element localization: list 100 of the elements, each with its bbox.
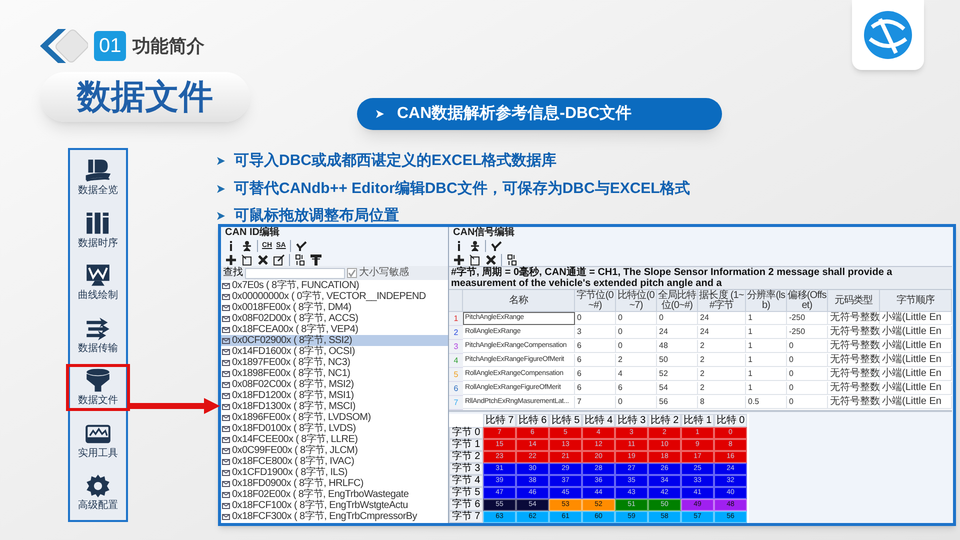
sidebar-item[interactable]: 数据传输 <box>70 312 126 358</box>
sidebar-item[interactable]: 数据全览 <box>70 154 126 201</box>
sidebar-item[interactable]: 曲线绘制 <box>70 259 126 306</box>
table-cell: 0 <box>787 396 828 409</box>
sidebar-item[interactable]: 数据文件 <box>66 364 130 411</box>
column-header: 分辨率(lsb) <box>746 290 787 312</box>
column-header: 字节位(0~#) <box>575 290 616 312</box>
bullet-arrow-icon <box>216 211 226 222</box>
table-cell: 小端(Little En <box>880 396 952 409</box>
message-list-item[interactable]: 0x18FCF100x ( 8字节, EngTrbWstgteActu <box>221 500 448 511</box>
message-icon <box>222 326 230 332</box>
arrows-icon <box>85 316 111 342</box>
check-icon[interactable] <box>294 240 307 252</box>
edit-icon[interactable] <box>273 254 285 266</box>
feature-text: 可鼠标拖放调整布局位置 <box>234 206 399 226</box>
table-cell: 0 <box>787 382 828 395</box>
table-cell: 24 <box>698 326 746 339</box>
sidebar-item[interactable]: 数据时序 <box>70 206 126 254</box>
message-list-item[interactable]: 0x0CF02900x ( 8字节, SSI2) <box>221 335 448 346</box>
globe-logo-icon <box>862 9 914 61</box>
message-icon <box>222 448 230 454</box>
table-cell: 无符号整数 <box>828 340 880 353</box>
message-list-item[interactable]: 0x14FD1600x ( 8字节, OCSI) <box>221 346 448 357</box>
case-label: 大小写敏感 <box>359 267 409 279</box>
message-list-item[interactable]: 0x14FCEE00x ( 8字节, LLRE) <box>221 434 448 445</box>
message-icon <box>222 338 230 344</box>
message-list-item[interactable]: 0x18FD0900x ( 8字节, HRLFC) <box>221 478 448 489</box>
message-icon <box>222 294 230 300</box>
message-list-item[interactable]: 0x1896FE00x ( 8字节, LVDSOM) <box>221 412 448 423</box>
page-title: 数据文件 <box>40 72 250 122</box>
table-cell: 48 <box>657 340 698 353</box>
message-icon <box>222 282 230 288</box>
person-icon[interactable] <box>469 240 481 252</box>
delete-icon[interactable] <box>257 254 269 266</box>
table-cell: 24 <box>657 326 698 339</box>
message-list-item[interactable]: 0x00000000x ( 0字节, VECTOR__INDEPEND <box>221 291 448 302</box>
person-icon[interactable] <box>241 240 253 252</box>
sort-icon[interactable] <box>294 254 306 266</box>
message-list-item[interactable]: 0x18FD0100x ( 8字节, LVDS) <box>221 423 448 434</box>
check-icon <box>348 269 356 277</box>
table-cell: -250 <box>787 326 828 339</box>
sidebar-item[interactable]: 高级配置 <box>70 469 126 516</box>
panel-title: CAN ID编辑 <box>224 227 280 239</box>
sort-icon[interactable] <box>506 254 518 266</box>
message-icon <box>222 370 230 376</box>
table-cell: 1 <box>746 354 787 367</box>
message-list-item[interactable]: 0x18FD1300x ( 8字节, MSCI) <box>221 401 448 412</box>
message-list-item[interactable]: 0x18FCF300x ( 8字节, EngTrbCmpressorBy <box>221 511 448 522</box>
row-header: 字节 6 <box>449 499 483 511</box>
message-list-item[interactable]: 0x1898FE00x ( 8字节, NC1) <box>221 368 448 379</box>
table-cell: 56 <box>657 396 698 409</box>
message-list-item[interactable]: 0x18F02E00x ( 8字节, EngTrboWastegate <box>221 489 448 500</box>
table-cell: 0 <box>657 312 698 325</box>
message-list-item[interactable]: 0x1CFD1900x ( 8字节, ILS) <box>221 467 448 478</box>
message-description: #字节, 周期 = 0毫秒, CAN通道 = CH1, The Slope Sensor Information 2 message shall provide a measurement of the vehicle's extended pitch angle and a <box>449 266 952 290</box>
search-field[interactable] <box>245 268 345 278</box>
row-header: 字节 4 <box>449 475 483 487</box>
row-number: 6 <box>449 382 463 396</box>
panel-title: CAN信号编辑 <box>452 227 516 239</box>
message-list-item[interactable]: 0x18FD1200x ( 8字节, MSI1) <box>221 390 448 401</box>
case-checkbox[interactable] <box>347 268 357 278</box>
add-icon[interactable] <box>453 254 465 266</box>
message-list-item[interactable]: 0x0C99FE00x ( 8字节, JLCM) <box>221 445 448 456</box>
table-cell: 50 <box>657 354 698 367</box>
table-cell: 无符号整数 <box>828 382 880 395</box>
table-cell: 小端(Little En <box>880 368 952 381</box>
sidebar-item[interactable]: 实用工具 <box>70 416 126 464</box>
feature-text: 可导入DBC或成都西谌定义的EXCEL格式数据库 <box>234 151 557 171</box>
monitor-wave-icon <box>85 263 111 289</box>
message-icon <box>222 316 230 322</box>
table-cell: 小端(Little En <box>880 312 952 325</box>
table-cell: 0 <box>616 312 657 325</box>
table-cell: 无符号整数 <box>828 326 880 339</box>
table-cell: 0 <box>616 326 657 339</box>
message-list-item[interactable]: 0x18FCEA00x ( 8字节, VEP4) <box>221 324 448 335</box>
message-list-item[interactable]: 0x08F02D00x ( 8字节, ACCS) <box>221 313 448 324</box>
check-icon[interactable] <box>490 240 502 252</box>
table-cell: 1 <box>746 312 787 325</box>
table-cell: 无符号整数 <box>828 368 880 381</box>
add-icon[interactable] <box>225 254 237 266</box>
filter-icon[interactable] <box>310 254 322 266</box>
delete-icon[interactable] <box>485 254 497 266</box>
table-cell: 8 <box>698 396 746 409</box>
message-list-item[interactable]: 0x18FCE800x ( 8字节, IVAC) <box>221 456 448 467</box>
message-icon <box>222 480 230 486</box>
tab-icon[interactable] <box>469 254 481 266</box>
message-list-item[interactable]: 0x0018FE00x ( 8字节, DM4) <box>221 302 448 313</box>
row-number: 1 <box>449 312 463 326</box>
table-cell: 6 <box>575 340 616 353</box>
tab-icon[interactable] <box>241 254 253 266</box>
bar-columns-icon <box>85 210 111 236</box>
column-header: 比特位(0~7) <box>616 290 657 312</box>
row-header: 字节 5 <box>449 487 483 499</box>
message-list-item[interactable]: 0x08F02C00x ( 8字节, MSI2) <box>221 379 448 390</box>
table-cell: 52 <box>657 368 698 381</box>
row-header: 字节 3 <box>449 463 483 475</box>
message-list-item[interactable]: 0x1897FE00x ( 8字节, NC3) <box>221 357 448 368</box>
message-icon <box>222 392 230 398</box>
table-cell: 0.5 <box>746 396 787 409</box>
table-cell: 6 <box>575 368 616 381</box>
